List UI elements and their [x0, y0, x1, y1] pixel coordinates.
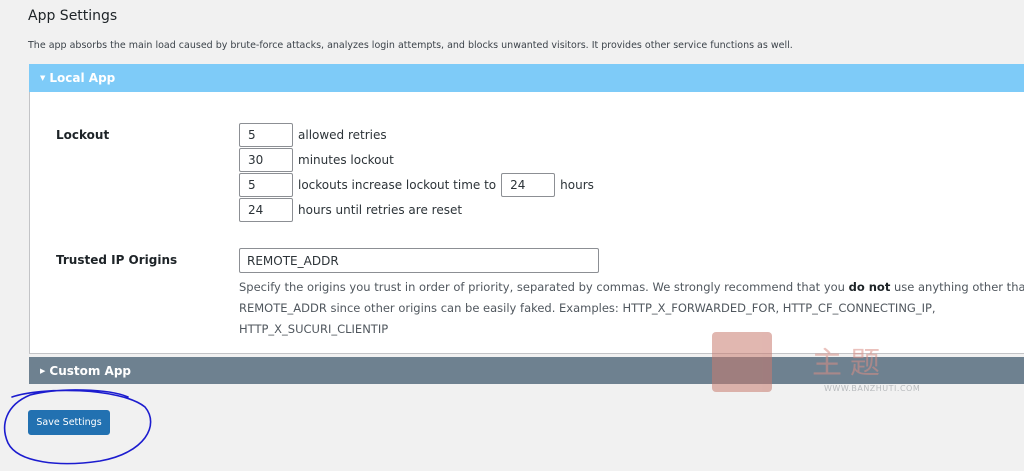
minutes-lockout-suffix: minutes lockout: [298, 153, 394, 167]
allowed-retries-suffix: allowed retries: [298, 128, 387, 142]
watermark-text: 主题: [812, 346, 888, 381]
lockouts-increase-row: lockouts increase lockout time to hours: [239, 173, 594, 197]
lockouts-increase-suffix: hours: [560, 178, 594, 192]
custom-app-header-label: Custom App: [49, 363, 132, 378]
trusted-ip-label: Trusted IP Origins: [56, 253, 178, 267]
help-line-2: REMOTE_ADDR since other origins can be e…: [239, 301, 936, 315]
watermark-seal-icon: [712, 332, 772, 392]
page-description: The app absorbs the main load caused by …: [28, 40, 793, 51]
annotation-circle: [3, 389, 152, 465]
help-line-1-after: use anything other than: [894, 280, 1024, 294]
minutes-lockout-row: minutes lockout: [239, 148, 394, 172]
watermark-url: WWW.BANZHUTI.COM: [824, 384, 921, 393]
hours-until-reset-input[interactable]: [239, 198, 293, 222]
local-app-panel-header[interactable]: ▼ Local App: [29, 64, 1024, 92]
help-line-1-bold: do not: [848, 280, 891, 294]
caret-right-icon: ▶: [40, 366, 46, 375]
watermark-logo: 主题 WWW.BANZHUTI.COM: [712, 330, 942, 400]
lockouts-increase-text: lockouts increase lockout time to: [298, 178, 497, 192]
minutes-lockout-input[interactable]: [239, 148, 293, 172]
lockout-label: Lockout: [56, 128, 110, 142]
lockout-increase-hours-input[interactable]: [501, 173, 556, 197]
help-line-1: Specify the origins you trust in order o…: [239, 277, 1024, 298]
local-app-header-label: Local App: [49, 71, 116, 85]
trusted-ip-origins-input[interactable]: [239, 248, 599, 273]
hours-until-reset-row: hours until retries are reset: [239, 198, 462, 222]
page-title: App Settings: [28, 8, 118, 24]
help-line-1-before: Specify the origins you trust in order o…: [239, 280, 845, 294]
lockouts-increase-input[interactable]: [239, 173, 293, 197]
caret-down-icon: ▼: [40, 74, 46, 82]
allowed-retries-row: allowed retries: [239, 123, 387, 147]
hours-until-reset-suffix: hours until retries are reset: [298, 203, 463, 217]
allowed-retries-input[interactable]: [239, 123, 293, 147]
